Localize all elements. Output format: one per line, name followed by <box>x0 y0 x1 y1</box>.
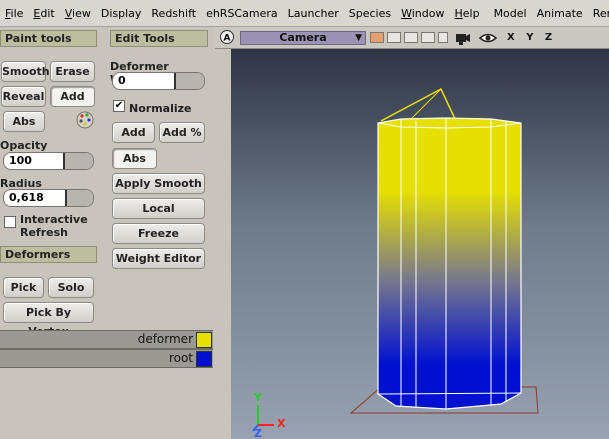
add-paint-button[interactable]: Add <box>50 86 95 107</box>
interactive-refresh-checkbox[interactable] <box>4 216 16 228</box>
menu-edit[interactable]: Edit <box>28 0 59 26</box>
edit-tools-header: Edit Tools <box>110 30 208 47</box>
deformer-name: deformer <box>137 332 193 346</box>
menu-launcher[interactable]: Launcher <box>283 0 344 26</box>
opacity-field[interactable]: 100 <box>3 152 94 170</box>
menu-ehrscamera[interactable]: ehRSCamera <box>201 0 283 26</box>
reveal-button[interactable]: Reveal <box>1 86 46 107</box>
palette-icon[interactable] <box>75 110 95 130</box>
radius-slider-fill <box>65 190 93 206</box>
erase-button[interactable]: Erase <box>50 61 95 82</box>
paint-tools-header: Paint tools <box>0 30 97 47</box>
eye-icon[interactable] <box>479 30 497 46</box>
display-option-icon[interactable] <box>387 32 401 43</box>
weight-editor-button[interactable]: Weight Editor <box>112 248 205 269</box>
display-option-icon[interactable] <box>404 32 418 43</box>
weighted-cylinder-mesh[interactable] <box>377 117 522 410</box>
camera-icon[interactable] <box>455 30 471 46</box>
menu-display[interactable]: Display <box>96 0 147 26</box>
3d-viewport[interactable]: Y X Z <box>231 49 609 439</box>
pick-button[interactable]: Pick <box>3 277 44 298</box>
menu-window[interactable]: Window <box>396 0 449 26</box>
opacity-label: Opacity <box>0 139 48 152</box>
menu-view[interactable]: View <box>60 0 96 26</box>
svg-text:Z: Z <box>254 427 262 439</box>
smooth-button[interactable]: Smooth <box>1 61 50 82</box>
bone-icon <box>380 87 457 122</box>
viewport-a-icon[interactable]: A <box>219 29 235 45</box>
menu-file[interactable]: File <box>0 0 28 26</box>
deformer-weight-field[interactable]: 0 <box>112 72 205 90</box>
list-item-deformer[interactable]: deformer <box>0 330 213 349</box>
display-option-icon[interactable] <box>421 32 435 43</box>
local-reassign-button[interactable]: Local Reassign <box>112 198 205 234</box>
root-color-swatch[interactable] <box>196 351 212 367</box>
chevron-down-icon: ▼ <box>355 33 362 43</box>
menu-animate[interactable]: Animate <box>532 0 588 26</box>
abs-paint-button[interactable]: Abs <box>3 111 45 132</box>
deformers-header: Deformers <box>0 246 97 263</box>
radius-value: 0,618 <box>9 191 44 204</box>
menu-model[interactable]: Model <box>489 0 532 26</box>
deformer-weight-value: 0 <box>118 74 126 87</box>
display-mode-icon[interactable] <box>370 32 384 43</box>
normalize-checkbox[interactable]: ✔ <box>113 100 125 112</box>
opacity-slider-fill <box>63 153 93 169</box>
camera-select[interactable]: Camera ▼ <box>240 31 366 45</box>
add-percent-button[interactable]: Add % <box>159 122 205 143</box>
axis-gizmo: Y X Z <box>252 391 286 439</box>
apply-smooth-button[interactable]: Apply Smooth <box>112 173 205 194</box>
menu-bar: File Edit View Display Redshift ehRSCame… <box>0 0 609 27</box>
freeze-button[interactable]: Freeze <box>112 223 205 244</box>
weight-paint-panel: Paint tools Smooth Erase Reveal Add Abs … <box>0 27 215 439</box>
normalize-label: Normalize <box>129 102 192 115</box>
pick-by-vertex-button[interactable]: Pick By Vertex <box>3 302 94 338</box>
svg-text:A: A <box>224 34 231 44</box>
bone-line <box>408 88 442 122</box>
interactive-refresh-label: Interactive Refresh <box>20 213 88 239</box>
add-edit-button[interactable]: Add <box>112 122 155 143</box>
abs-edit-button[interactable]: Abs <box>112 148 157 169</box>
svg-text:Y: Y <box>253 391 263 404</box>
opacity-value: 100 <box>9 154 32 167</box>
menu-species[interactable]: Species <box>344 0 396 26</box>
axis-toggles[interactable]: X Y Z <box>507 32 556 43</box>
deformer-color-swatch[interactable] <box>196 332 212 348</box>
display-option-icon[interactable] <box>438 32 448 43</box>
viewport-scene: Y X Z <box>252 87 539 439</box>
viewport-gutter <box>215 49 231 439</box>
deformer-weight-slider-fill <box>174 73 204 89</box>
root-name: root <box>168 351 193 365</box>
solo-button[interactable]: Solo <box>48 277 94 298</box>
menu-render[interactable]: Rende <box>588 0 609 26</box>
menu-help[interactable]: Help <box>449 0 484 26</box>
camera-label: Camera <box>279 31 327 44</box>
list-item-root[interactable]: root <box>0 349 213 368</box>
menu-redshift[interactable]: Redshift <box>146 0 201 26</box>
svg-text:X: X <box>277 417 286 430</box>
radius-field[interactable]: 0,618 <box>3 189 94 207</box>
